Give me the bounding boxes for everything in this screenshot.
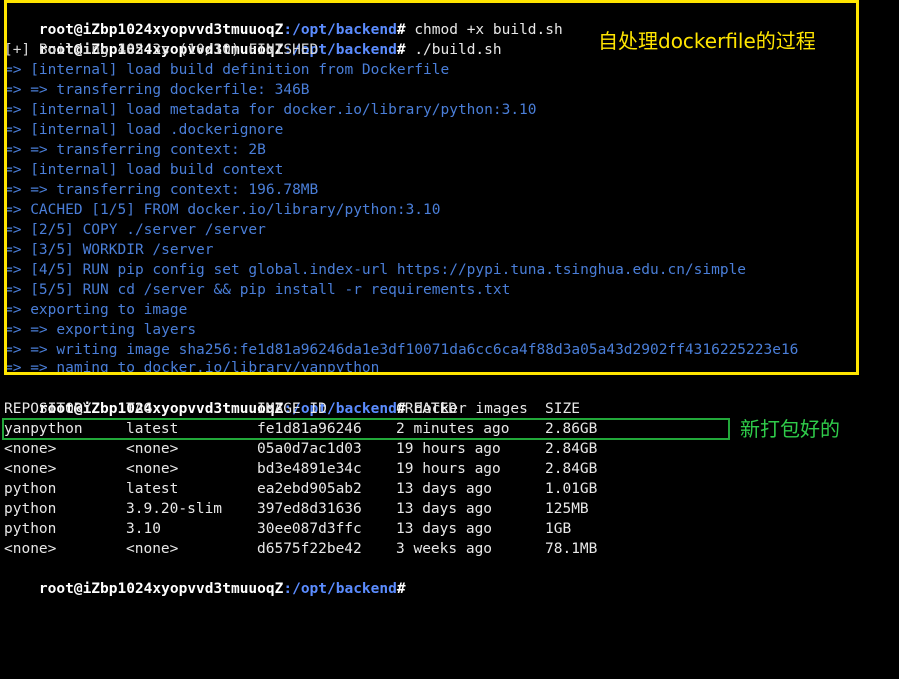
cell-image-id: ea2ebd905ab2 <box>257 481 362 497</box>
terminal-cursor[interactable] <box>406 581 414 597</box>
cell-image-id: 397ed8d31636 <box>257 501 362 517</box>
cell-tag: 3.10 <box>126 521 161 537</box>
cell-repository: python <box>4 521 57 537</box>
cell-image-id: 05a0d7ac1d03 <box>257 441 362 457</box>
new-image-highlight-box <box>2 418 730 440</box>
cell-image-id: bd3e4891e34c <box>257 461 362 477</box>
cell-created: 13 days ago <box>396 501 493 517</box>
cell-created: 19 hours ago <box>396 461 501 477</box>
table-row: <none> <none> d6575f22be42 3 weeks ago 7… <box>4 539 894 559</box>
prompt-line-images: root@iZbp1024xyopvvd3tmuuoqZ:/opt/backen… <box>4 379 528 417</box>
new-image-annotation: 新打包好的 <box>740 417 840 441</box>
table-row: <none> <none> bd3e4891e34c 19 hours ago … <box>4 459 894 479</box>
cell-size: 1GB <box>545 521 572 537</box>
table-row: <none> <none> 05a0d7ac1d03 19 hours ago … <box>4 439 894 459</box>
cell-size: 1.01GB <box>545 481 598 497</box>
cell-tag: <none> <box>126 461 179 477</box>
header-repository: REPOSITORY <box>4 401 92 417</box>
cell-image-id: 30ee087d3ffc <box>257 521 362 537</box>
cell-tag: 3.9.20-slim <box>126 501 223 517</box>
cell-created: 3 weeks ago <box>396 541 493 557</box>
prompt-path: :/opt/backend <box>283 581 397 597</box>
cell-created: 13 days ago <box>396 521 493 537</box>
build-process-annotation: 自处理dockerfile的过程 <box>598 29 816 53</box>
cell-repository: python <box>4 481 57 497</box>
cell-tag: <none> <box>126 441 179 457</box>
table-row: python latest ea2ebd905ab2 13 days ago 1… <box>4 479 894 499</box>
table-row: python 3.10 30ee087d3ffc 13 days ago 1GB <box>4 519 894 539</box>
header-created: CREATED <box>396 401 458 417</box>
cell-repository: <none> <box>4 441 57 457</box>
cell-size: 2.84GB <box>545 441 598 457</box>
cell-size: 78.1MB <box>545 541 598 557</box>
cell-size: 2.84GB <box>545 461 598 477</box>
cell-repository: python <box>4 501 57 517</box>
prompt-user-host: root@iZbp1024xyopvvd3tmuuoqZ <box>38 581 284 597</box>
cell-repository: <none> <box>4 541 57 557</box>
cell-tag: latest <box>126 481 179 497</box>
cell-repository: <none> <box>4 461 57 477</box>
header-size: SIZE <box>545 401 580 417</box>
header-tag: TAG <box>126 401 153 417</box>
cell-tag: <none> <box>126 541 179 557</box>
prompt-line-active[interactable]: root@iZbp1024xyopvvd3tmuuoqZ:/opt/backen… <box>4 559 414 597</box>
prompt-suffix: # <box>396 581 406 597</box>
cell-created: 13 days ago <box>396 481 493 497</box>
cell-created: 19 hours ago <box>396 441 501 457</box>
header-image-id: IMAGE ID <box>257 401 327 417</box>
cell-size: 125MB <box>545 501 589 517</box>
cell-image-id: d6575f22be42 <box>257 541 362 557</box>
table-row: python 3.9.20-slim 397ed8d31636 13 days … <box>4 499 894 519</box>
build-process-highlight-box <box>4 0 859 375</box>
